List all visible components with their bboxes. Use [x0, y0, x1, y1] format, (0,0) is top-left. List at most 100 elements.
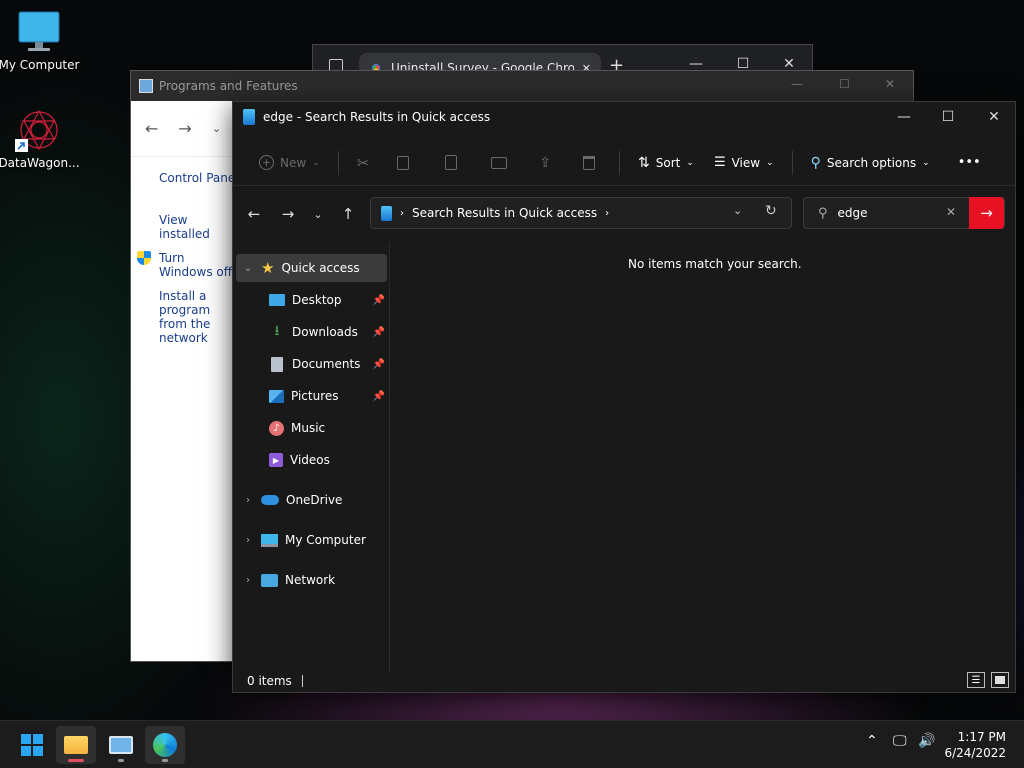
windows-logo-icon: [21, 734, 43, 756]
arrow-right-icon: →: [980, 204, 993, 222]
explorer-maximize-button[interactable]: ☐: [925, 102, 971, 132]
navigation-pane: ⌄ ★ Quick access Desktop 📌 ⭳ Downloads 📌…: [233, 242, 390, 672]
chevron-down-icon[interactable]: ⌄: [212, 122, 221, 135]
plus-circle-icon: +: [259, 155, 274, 170]
pin-icon: 📌: [372, 390, 385, 402]
see-more-button[interactable]: •••: [950, 146, 989, 180]
tiles-view-button[interactable]: [991, 672, 1009, 688]
chevron-right-icon: ›: [605, 207, 610, 219]
folder-icon: [64, 736, 88, 754]
taskbar-edge[interactable]: [145, 726, 185, 764]
programs-titlebar: Programs and Features — ☐ ✕: [131, 71, 913, 101]
up-button[interactable]: ↑: [336, 202, 360, 226]
forward-button[interactable]: →: [276, 202, 300, 226]
turn-windows-features-link[interactable]: Turn Windows off: [137, 251, 239, 279]
chevron-right-icon[interactable]: ›: [242, 495, 254, 506]
desktop-icon-datawagon[interactable]: DataWagon...: [0, 108, 81, 170]
desktop-icon-my-computer[interactable]: My Computer: [0, 10, 81, 72]
pictures-icon: [269, 389, 284, 403]
pin-icon: 📌: [372, 326, 385, 338]
address-row: ← → ⌄ ↑ › Search Results in Quick access…: [233, 196, 1015, 232]
search-folder-icon: [243, 109, 255, 125]
install-from-network-link[interactable]: Install a program from the network: [159, 289, 239, 345]
cut-button[interactable]: ✂: [349, 146, 378, 180]
chevron-down-icon: ⌄: [766, 157, 774, 168]
view-button[interactable]: ☰ View ⌄: [706, 146, 782, 180]
search-folder-icon: [381, 205, 392, 221]
control-panel-icon: [109, 736, 133, 754]
search-options-icon: ⚲: [810, 154, 821, 171]
tiles-view-icon: [995, 676, 1005, 684]
chevron-right-icon: ›: [400, 207, 404, 219]
new-button[interactable]: + New ⌄: [251, 146, 328, 180]
nav-item-network[interactable]: › Network: [242, 566, 387, 594]
programs-window-title: Programs and Features: [159, 79, 298, 93]
trash-icon: [583, 155, 596, 170]
nav-item-videos[interactable]: ▶ Videos: [269, 446, 389, 474]
datawagon-logo-icon: [15, 108, 63, 152]
delete-button[interactable]: [569, 146, 609, 180]
videos-icon: ▶: [269, 453, 283, 467]
nav-item-documents[interactable]: Documents 📌: [269, 350, 389, 378]
nav-item-music[interactable]: ♪ Music: [269, 414, 389, 442]
nav-item-quick-access[interactable]: ⌄ ★ Quick access: [236, 254, 387, 282]
rename-icon: [491, 156, 508, 169]
chevron-down-icon[interactable]: ⌄: [242, 263, 254, 274]
nav-item-downloads[interactable]: ⭳ Downloads 📌: [269, 318, 389, 346]
star-icon: ★: [261, 259, 275, 277]
taskbar-control-panel[interactable]: [101, 726, 141, 764]
address-path[interactable]: Search Results in Quick access: [412, 206, 597, 220]
scissors-icon: ✂: [356, 153, 370, 172]
volume-icon[interactable]: 🔊: [918, 733, 935, 749]
details-view-button[interactable]: ☰: [967, 672, 985, 688]
nav-item-my-computer[interactable]: › My Computer: [242, 526, 387, 554]
status-separator: [301, 675, 303, 687]
nav-item-pictures[interactable]: Pictures 📌: [269, 382, 389, 410]
explorer-minimize-button[interactable]: —: [881, 102, 927, 132]
address-dropdown-icon[interactable]: ⌄: [733, 204, 742, 217]
search-icon: ⚲: [818, 205, 828, 221]
back-button[interactable]: ←: [242, 202, 266, 226]
explorer-close-button[interactable]: ✕: [971, 102, 1017, 132]
copy-button[interactable]: [381, 146, 425, 180]
programs-minimize-button[interactable]: —: [791, 77, 803, 91]
address-bar[interactable]: › Search Results in Quick access › ⌄ ↻: [370, 197, 792, 229]
show-hidden-icons-button[interactable]: ⌃: [866, 733, 878, 749]
clock-time: 1:17 PM: [957, 730, 1006, 744]
clear-search-icon[interactable]: ✕: [946, 205, 956, 219]
clock[interactable]: 1:17 PM 6/24/2022: [944, 729, 1006, 761]
network-status-icon[interactable]: 🖵: [893, 733, 907, 749]
file-explorer-window[interactable]: edge - Search Results in Quick access — …: [232, 101, 1016, 693]
forward-arrow-icon[interactable]: →: [178, 119, 191, 138]
clipboard-icon: [445, 155, 458, 170]
sort-button[interactable]: ⇅ Sort ⌄: [630, 146, 702, 180]
separator: [337, 150, 339, 175]
music-icon: ♪: [269, 420, 284, 436]
monitor-icon: [261, 533, 278, 547]
rename-button[interactable]: [477, 146, 521, 180]
paste-button[interactable]: [429, 146, 473, 180]
control-panel-link[interactable]: Control Panel: [159, 171, 239, 185]
chevron-right-icon[interactable]: ›: [242, 535, 254, 546]
programs-maximize-button[interactable]: ☐: [839, 77, 850, 91]
nav-item-desktop[interactable]: Desktop 📌: [269, 286, 389, 314]
search-go-button[interactable]: →: [969, 197, 1004, 229]
programs-close-button[interactable]: ✕: [885, 77, 895, 91]
start-button[interactable]: [12, 726, 52, 764]
chevron-right-icon[interactable]: ›: [242, 575, 254, 586]
search-options-button[interactable]: ⚲ Search options ⌄: [803, 146, 938, 180]
share-button[interactable]: ⇪: [525, 146, 565, 180]
search-input[interactable]: [837, 206, 938, 220]
desktop-icon-label: My Computer: [0, 58, 80, 72]
taskbar-file-explorer[interactable]: [56, 726, 96, 764]
refresh-icon[interactable]: ↻: [765, 203, 777, 219]
copy-icon: [397, 155, 410, 170]
sort-icon: ⇅: [638, 154, 650, 171]
back-arrow-icon[interactable]: ←: [145, 119, 158, 138]
view-installed-link[interactable]: View installed: [159, 213, 239, 241]
list-view-icon: ☰: [713, 155, 726, 170]
nav-item-onedrive[interactable]: › OneDrive: [242, 486, 387, 514]
separator: [619, 150, 621, 175]
recent-locations-button[interactable]: ⌄: [306, 202, 330, 226]
document-icon: [271, 356, 283, 372]
